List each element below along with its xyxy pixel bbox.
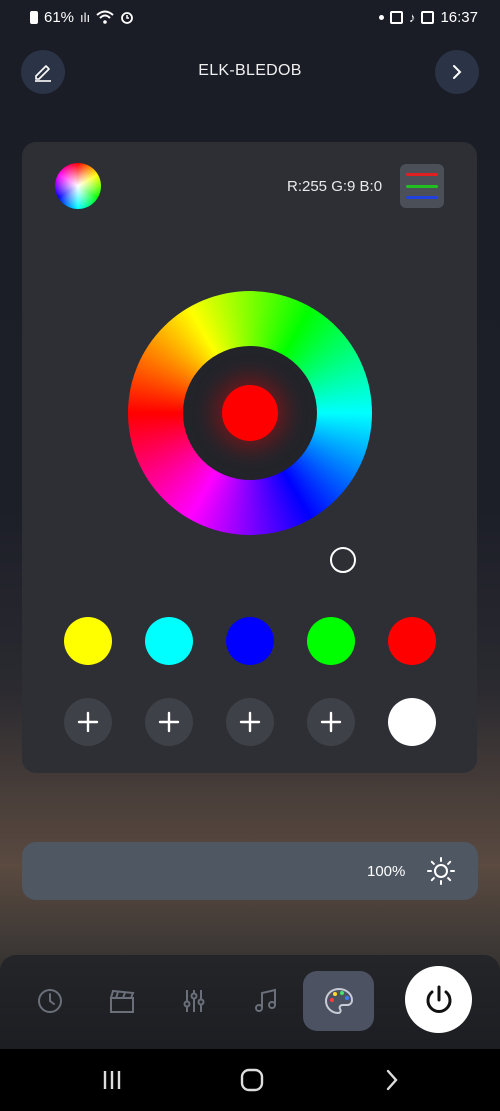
nav-timer[interactable] xyxy=(24,973,76,1029)
green-line-icon xyxy=(406,184,438,188)
status-bar: 61% ılı ♪ 16:37 xyxy=(0,0,500,34)
current-color-preview xyxy=(222,385,278,441)
nav-music[interactable] xyxy=(240,973,292,1029)
system-nav-bar xyxy=(0,1049,500,1111)
back-button[interactable] xyxy=(378,1066,406,1094)
header: ELK-BLEDOB xyxy=(0,50,500,94)
clock-time: 16:37 xyxy=(440,8,478,26)
preset-yellow[interactable] xyxy=(64,617,112,665)
preset-red[interactable] xyxy=(388,617,436,665)
sun-icon xyxy=(427,857,455,885)
add-custom-color-button[interactable] xyxy=(64,698,112,746)
clock-icon xyxy=(38,989,62,1013)
app-notification-icon xyxy=(389,10,403,24)
palette-icon xyxy=(324,987,353,1015)
chevron-right-icon xyxy=(386,1069,398,1091)
color-wheel-mode-icon[interactable] xyxy=(55,163,101,209)
power-button[interactable] xyxy=(405,966,472,1033)
brightness-value: 100% xyxy=(367,863,406,880)
chevron-right-icon xyxy=(453,65,462,79)
home-button[interactable] xyxy=(238,1066,266,1094)
custom-color-white[interactable] xyxy=(388,698,436,746)
hue-handle[interactable] xyxy=(330,547,356,573)
alarm-icon xyxy=(121,12,134,24)
tiktok-icon: ♪ xyxy=(408,9,416,25)
recent-apps-button[interactable] xyxy=(98,1066,126,1094)
power-icon xyxy=(426,985,451,1013)
home-icon xyxy=(240,1068,264,1092)
rgb-readout: R:255 G:9 B:0 xyxy=(287,178,383,195)
preset-blue[interactable] xyxy=(226,617,274,665)
recent-apps-icon xyxy=(103,1071,121,1089)
add-custom-color-button[interactable] xyxy=(307,698,355,746)
rgb-mode-button[interactable] xyxy=(400,164,444,208)
battery-percentage: 61% xyxy=(44,8,75,26)
wifi-icon xyxy=(96,10,114,24)
add-custom-color-button[interactable] xyxy=(226,698,274,746)
bottom-nav xyxy=(0,955,500,1049)
nav-adjust[interactable] xyxy=(168,973,220,1029)
color-panel: R:255 G:9 B:0 xyxy=(22,142,477,773)
sliders-icon xyxy=(183,990,205,1012)
status-right: ♪ 16:37 xyxy=(378,8,478,26)
brightness-slider[interactable]: 100% xyxy=(22,842,478,900)
plus-icon xyxy=(320,711,342,733)
nav-scenes[interactable] xyxy=(96,973,148,1029)
red-line-icon xyxy=(406,173,438,176)
plus-icon xyxy=(239,711,261,733)
nav-color[interactable] xyxy=(303,971,374,1031)
add-custom-color-button[interactable] xyxy=(145,698,193,746)
preset-green[interactable] xyxy=(307,617,355,665)
color-wheel[interactable] xyxy=(128,291,372,573)
signal-icon: ılı xyxy=(80,9,91,25)
battery-icon xyxy=(30,10,38,24)
plus-icon xyxy=(158,711,180,733)
preset-cyan[interactable] xyxy=(145,617,193,665)
next-button[interactable] xyxy=(435,50,479,94)
status-left: 61% ılı xyxy=(30,9,134,26)
plus-icon xyxy=(77,711,99,733)
music-icon xyxy=(255,988,276,1012)
gallery-icon xyxy=(421,10,435,24)
blue-line-icon xyxy=(406,196,438,199)
notification-dot-icon xyxy=(378,14,384,20)
clapperboard-icon xyxy=(110,989,135,1013)
device-title: ELK-BLEDOB xyxy=(198,62,302,79)
